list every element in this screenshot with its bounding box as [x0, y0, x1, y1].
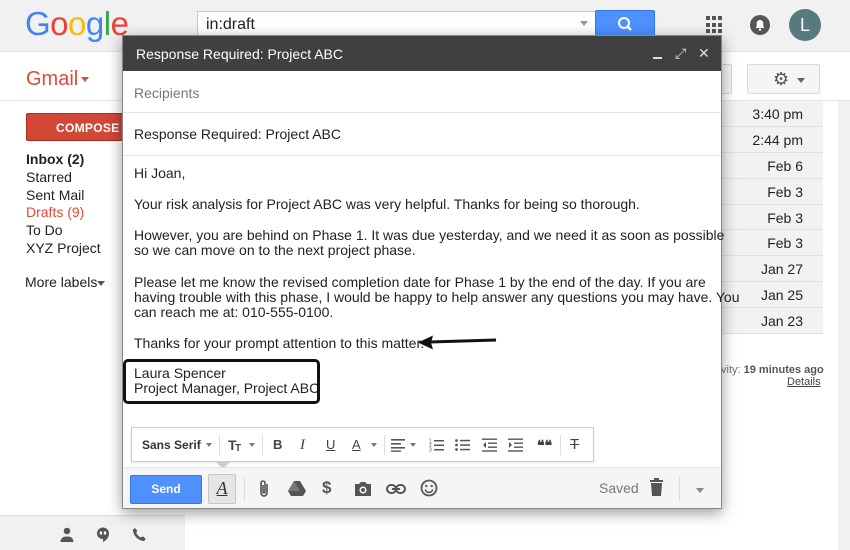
more-options-icon[interactable] — [696, 488, 704, 493]
gmail-menu-label[interactable]: Gmail — [26, 68, 78, 91]
greeting: Hi Joan, — [134, 165, 186, 181]
sidebar-item-drafts[interactable]: Drafts (9) — [26, 204, 84, 220]
formatting-toggle-icon[interactable]: A — [208, 474, 236, 504]
hangouts-icon[interactable] — [96, 527, 110, 542]
activity-time: 19 minutes ago — [743, 364, 824, 376]
gear-icon: ⚙ — [773, 69, 790, 89]
money-icon[interactable]: $ — [322, 478, 331, 498]
formatting-toolbar: Sans Serif T T B I U A 123 ❝❝ T — [131, 427, 594, 462]
separator — [244, 477, 245, 501]
photo-icon[interactable] — [353, 481, 373, 497]
remove-formatting-icon[interactable]: T — [570, 437, 579, 453]
body-paragraph: Please let me know the revised completio… — [134, 275, 740, 320]
more-labels-link[interactable]: More labels — [25, 274, 97, 290]
indent-more-icon[interactable] — [508, 438, 524, 452]
scrollbar[interactable] — [838, 101, 850, 550]
message-date[interactable]: Feb 3 — [721, 230, 823, 257]
separator — [679, 477, 680, 501]
search-input[interactable]: in:draft — [197, 11, 597, 38]
message-date[interactable]: Feb 6 — [721, 152, 823, 179]
settings-button[interactable]: ⚙ — [747, 64, 820, 94]
numbered-list-icon[interactable]: 123 — [429, 438, 445, 452]
italic-icon[interactable]: I — [300, 437, 305, 453]
sidebar-item-to-do[interactable]: To Do — [26, 222, 63, 238]
body-line: so we can move on to the next project ph… — [134, 242, 416, 258]
quote-icon[interactable]: ❝❝ — [537, 437, 552, 453]
notifications-icon[interactable] — [750, 15, 770, 35]
minimize-icon[interactable] — [653, 57, 662, 59]
font-size-small-icon[interactable]: T — [235, 441, 241, 457]
closing-line: Thanks for your prompt attention to this… — [134, 335, 425, 351]
separator — [219, 435, 220, 455]
sidebar-item-inbox[interactable]: Inbox (2) — [26, 151, 84, 167]
search-options-caret-icon[interactable] — [580, 21, 588, 26]
google-logo[interactable]: Google — [25, 5, 129, 43]
sidebar-item-xyz-project[interactable]: XYZ Project — [26, 240, 101, 256]
body-line: However, you are behind on Phase 1. It w… — [134, 227, 725, 243]
compose-bottom-bar: Send A $ Saved — [123, 467, 721, 508]
message-date[interactable]: 3:40 pm — [721, 101, 823, 127]
sidebar-item-sent-mail[interactable]: Sent Mail — [26, 187, 84, 203]
body-line: Please let me know the revised completio… — [134, 274, 706, 290]
body-line: having trouble with this phase, I would … — [134, 289, 740, 305]
chevron-down-icon[interactable] — [249, 443, 255, 447]
compose-title[interactable]: Response Required: Project ABC — [123, 36, 721, 71]
compose-button[interactable]: COMPOSE — [26, 113, 123, 141]
bold-icon[interactable]: B — [273, 437, 282, 453]
sidebar-item-starred[interactable]: Starred — [26, 169, 72, 185]
attach-icon[interactable] — [258, 479, 270, 499]
align-icon[interactable] — [391, 438, 407, 452]
avatar[interactable]: L — [789, 9, 821, 41]
chevron-down-icon[interactable] — [97, 281, 105, 286]
trash-icon[interactable] — [650, 478, 663, 496]
chevron-down-icon[interactable] — [410, 443, 416, 447]
subject-field[interactable]: Response Required: Project ABC — [123, 113, 721, 156]
recipients-field[interactable]: Recipients — [123, 71, 721, 113]
signature-highlight-box — [123, 359, 320, 404]
separator — [262, 435, 263, 455]
emoji-icon[interactable] — [420, 479, 438, 497]
details-link[interactable]: Details — [787, 376, 821, 388]
arrow-annotation-icon — [418, 335, 497, 350]
text-color-icon[interactable]: A — [352, 437, 361, 453]
close-icon[interactable]: ✕ — [698, 43, 710, 63]
svg-text:3: 3 — [429, 448, 432, 453]
phone-icon[interactable] — [132, 527, 146, 542]
link-icon[interactable] — [386, 483, 406, 495]
last-activity: vity: 19 minutes ago — [721, 364, 824, 376]
chevron-down-icon[interactable] — [371, 443, 377, 447]
underline-icon[interactable]: U — [326, 437, 335, 453]
drive-icon[interactable] — [288, 480, 306, 496]
bulleted-list-icon[interactable] — [455, 438, 471, 452]
separator — [384, 435, 385, 455]
send-button[interactable]: Send — [130, 475, 202, 504]
message-date[interactable]: Feb 3 — [721, 178, 823, 205]
message-date[interactable]: Feb 3 — [721, 204, 823, 231]
person-icon[interactable] — [60, 527, 74, 542]
chevron-down-icon — [797, 78, 805, 83]
message-date[interactable]: 2:44 pm — [721, 126, 823, 153]
indent-less-icon[interactable] — [482, 438, 498, 452]
font-select[interactable]: Sans Serif — [142, 437, 201, 453]
body-paragraph: Your risk analysis for Project ABC was v… — [134, 196, 640, 212]
chevron-down-icon[interactable] — [206, 443, 212, 447]
separator — [560, 435, 561, 455]
body-line: can reach me at: 010-555-0100. — [134, 304, 334, 320]
activity-prefix: vity: — [721, 364, 744, 376]
compose-window: Response Required: Project ABC ⤢ ✕ Recip… — [122, 35, 740, 509]
hangouts-bar — [0, 515, 185, 550]
apps-grid-icon[interactable] — [706, 16, 724, 34]
body-paragraph: However, you are behind on Phase 1. It w… — [134, 228, 724, 258]
saved-status: Saved — [599, 480, 639, 496]
gmail-menu-caret-icon[interactable] — [81, 77, 89, 82]
expand-icon[interactable]: ⤢ — [675, 43, 686, 63]
